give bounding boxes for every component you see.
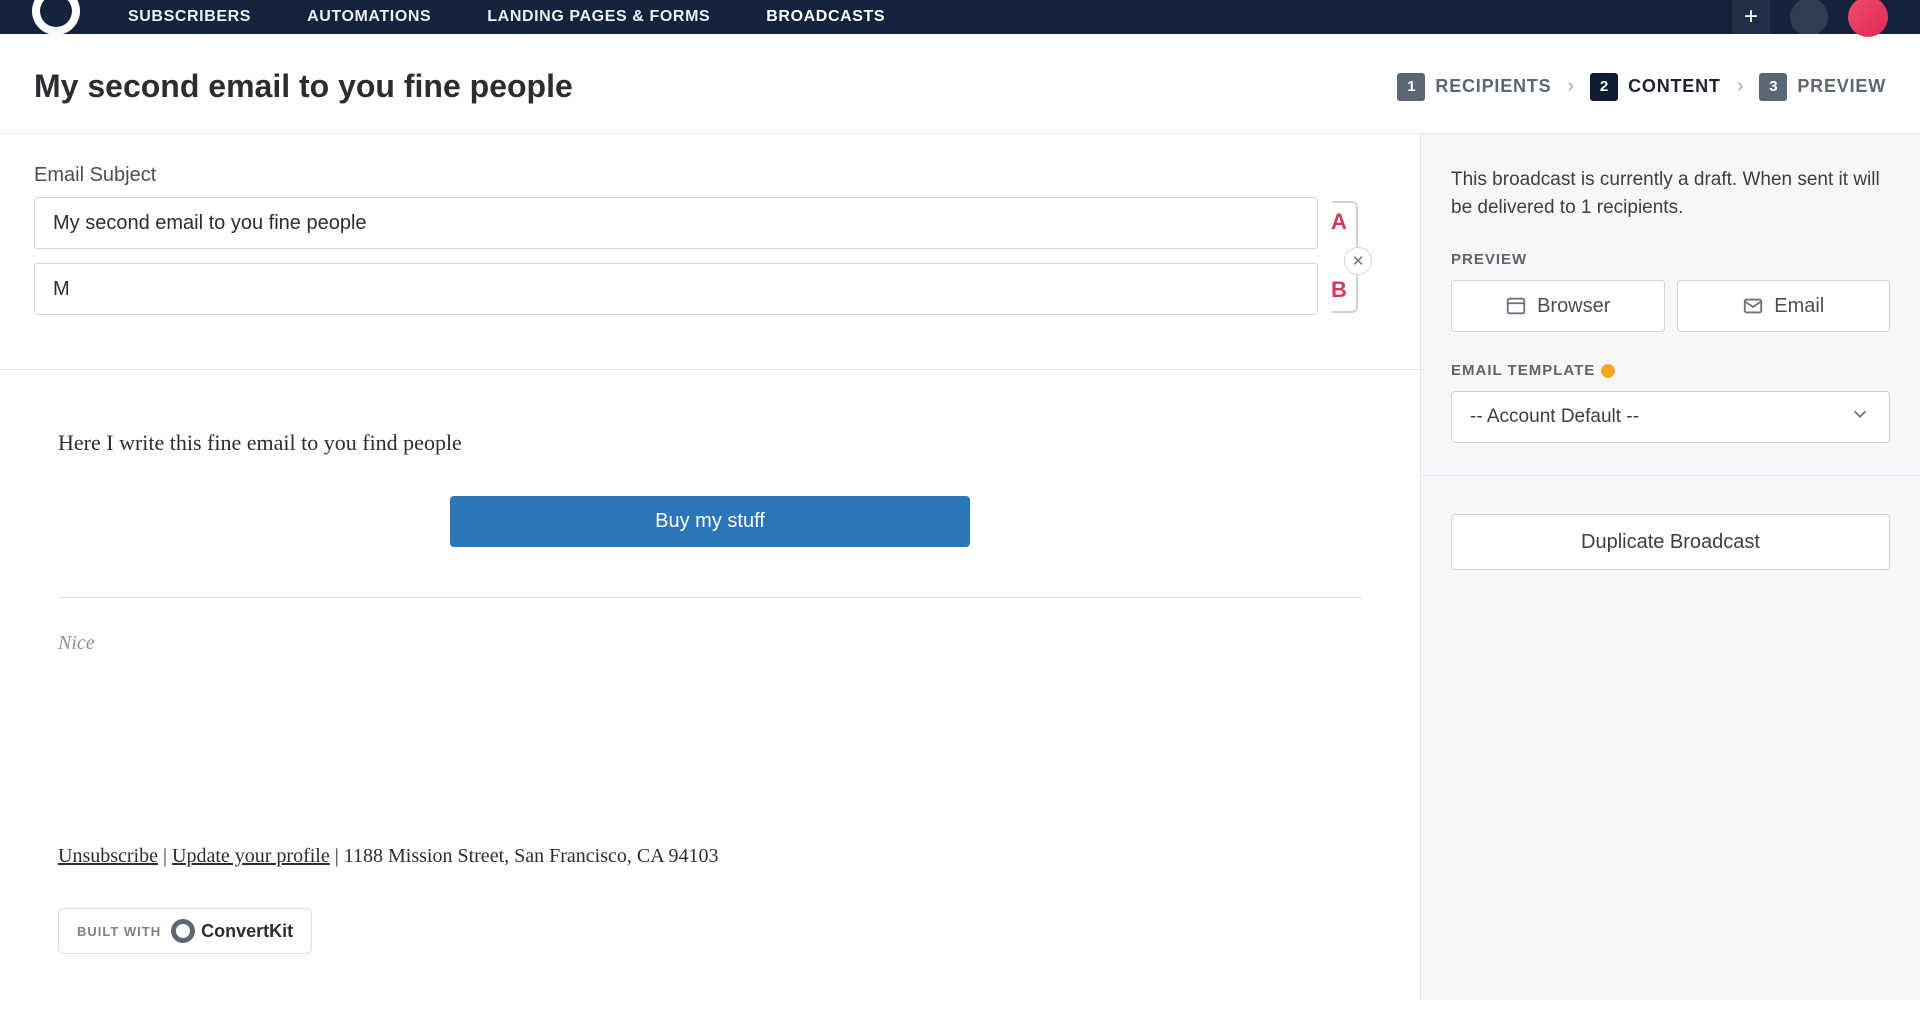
browser-icon — [1505, 295, 1527, 317]
help-icon[interactable] — [1790, 0, 1828, 36]
close-icon: ✕ — [1352, 252, 1365, 270]
email-template-heading: EMAIL TEMPLATE — [1451, 362, 1890, 379]
step-preview[interactable]: 3 PREVIEW — [1759, 73, 1886, 101]
sidebar-divider — [1421, 475, 1920, 476]
preview-email-label: Email — [1774, 295, 1824, 318]
email-template-select[interactable]: -- Account Default -- — [1451, 391, 1890, 443]
step-num-1: 1 — [1397, 73, 1425, 101]
step-recipients[interactable]: 1 RECIPIENTS — [1397, 73, 1551, 101]
email-footer: Unsubscribe | Update your profile | 1188… — [58, 845, 1362, 868]
unsubscribe-link[interactable]: Unsubscribe — [58, 845, 158, 867]
step-num-3: 3 — [1759, 73, 1787, 101]
nav-link-subscribers[interactable]: SUBSCRIBERS — [128, 8, 251, 26]
subject-a-input[interactable] — [34, 197, 1318, 249]
divider — [58, 597, 1362, 598]
template-status-dot — [1601, 364, 1615, 378]
step-label-content: CONTENT — [1628, 76, 1721, 97]
update-profile-link[interactable]: Update your profile — [172, 845, 330, 867]
preview-email-button[interactable]: Email — [1677, 280, 1891, 332]
page-title: My second email to you fine people — [34, 68, 573, 105]
sidebar: This broadcast is currently a draft. Whe… — [1420, 134, 1920, 1000]
subject-field-label: Email Subject — [34, 164, 1386, 187]
convertkit-icon — [171, 919, 195, 943]
top-nav: SUBSCRIBERS AUTOMATIONS LANDING PAGES & … — [0, 0, 1920, 34]
convertkit-text: ConvertKit — [201, 921, 293, 942]
preview-browser-button[interactable]: Browser — [1451, 280, 1665, 332]
footer-sep-1: | — [158, 845, 172, 867]
email-body-text[interactable]: Here I write this fine email to you find… — [58, 430, 1362, 456]
convertkit-logo: ConvertKit — [171, 919, 293, 943]
main-column: Email Subject A B ✕ Here I write t — [0, 134, 1420, 1000]
logo[interactable] — [32, 0, 80, 35]
chevron-right-icon: › — [1567, 75, 1574, 98]
email-template-value: -- Account Default -- — [1470, 406, 1639, 428]
avatar[interactable] — [1848, 0, 1888, 37]
draft-notice: This broadcast is currently a draft. Whe… — [1451, 166, 1890, 221]
footer-address: 1188 Mission Street, San Francisco, CA 9… — [344, 845, 719, 867]
step-label-recipients: RECIPIENTS — [1435, 76, 1551, 97]
subject-b-input[interactable] — [34, 263, 1318, 315]
step-num-2: 2 — [1590, 73, 1618, 101]
step-content[interactable]: 2 CONTENT — [1590, 73, 1721, 101]
footer-sep-2: | — [330, 845, 344, 867]
nav-link-landing-pages-forms[interactable]: LANDING PAGES & FORMS — [487, 8, 710, 26]
nav-link-broadcasts[interactable]: BROADCASTS — [766, 8, 885, 26]
duplicate-broadcast-button[interactable]: Duplicate Broadcast — [1451, 514, 1890, 570]
add-button[interactable]: + — [1732, 0, 1770, 36]
step-indicator: 1 RECIPIENTS › 2 CONTENT › 3 PREVIEW — [1397, 73, 1886, 101]
preview-heading: PREVIEW — [1451, 251, 1890, 268]
remove-ab-button[interactable]: ✕ — [1344, 247, 1372, 275]
built-with-label: BUILT WITH — [77, 924, 161, 939]
built-with-badge[interactable]: BUILT WITH ConvertKit — [58, 908, 312, 954]
cta-button[interactable]: Buy my stuff — [450, 496, 970, 547]
step-label-preview: PREVIEW — [1797, 76, 1886, 97]
email-editor[interactable]: Here I write this fine email to you find… — [0, 370, 1420, 1014]
preview-browser-label: Browser — [1537, 295, 1610, 318]
chevron-right-icon: › — [1737, 75, 1744, 98]
subject-section: Email Subject A B ✕ — [0, 134, 1420, 370]
signature-text[interactable]: Nice — [58, 632, 1362, 655]
nav-link-automations[interactable]: AUTOMATIONS — [307, 8, 431, 26]
nav-links: SUBSCRIBERS AUTOMATIONS LANDING PAGES & … — [128, 8, 885, 26]
chevron-down-icon — [1849, 403, 1871, 431]
email-icon — [1742, 295, 1764, 317]
header-row: My second email to you fine people 1 REC… — [0, 34, 1920, 134]
plus-icon: + — [1744, 3, 1758, 31]
